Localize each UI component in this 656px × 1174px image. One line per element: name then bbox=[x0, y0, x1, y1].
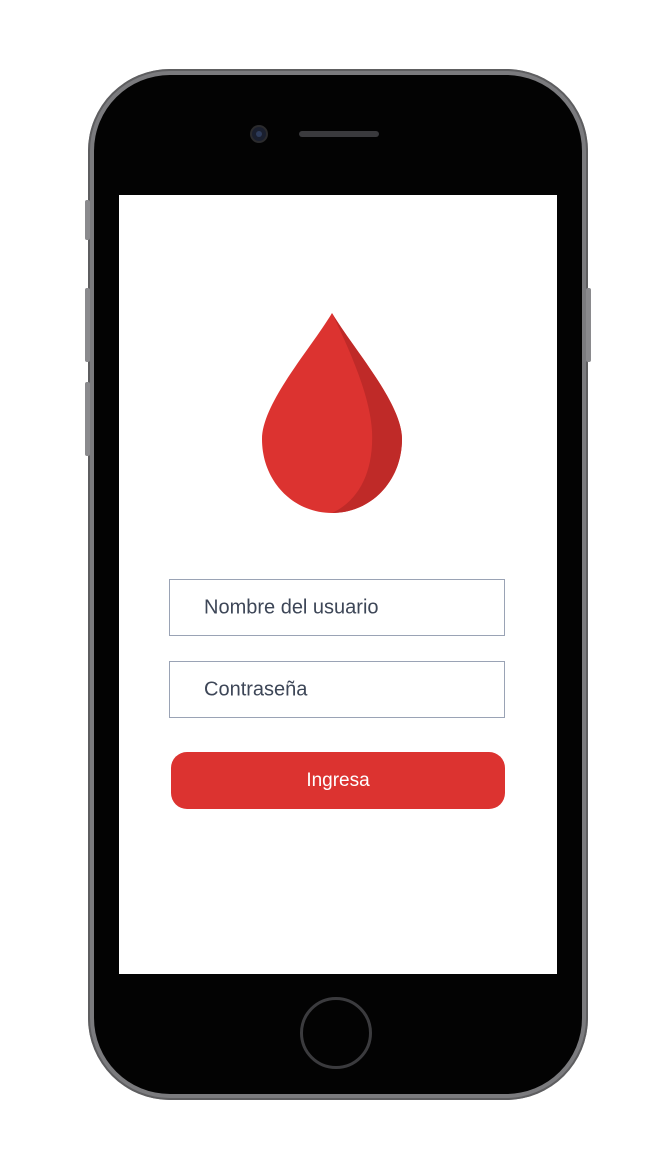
blood-drop-icon bbox=[262, 313, 402, 513]
username-field[interactable]: Nombre del usuario bbox=[169, 579, 505, 636]
home-button[interactable] bbox=[300, 997, 372, 1069]
earpiece-speaker bbox=[299, 131, 379, 137]
login-button[interactable]: Ingresa bbox=[171, 752, 505, 809]
front-camera bbox=[252, 127, 266, 141]
password-field[interactable]: Contraseña bbox=[169, 661, 505, 718]
password-placeholder: Contraseña bbox=[204, 678, 308, 700]
volume-up-button bbox=[85, 288, 90, 362]
volume-down-button bbox=[85, 382, 90, 456]
app-screen: Nombre del usuario Contraseña Ingresa bbox=[119, 195, 557, 974]
username-placeholder: Nombre del usuario bbox=[204, 596, 379, 618]
mockup-stage: Nombre del usuario Contraseña Ingresa bbox=[0, 0, 656, 1174]
power-button bbox=[586, 288, 591, 362]
mute-switch bbox=[85, 200, 90, 240]
